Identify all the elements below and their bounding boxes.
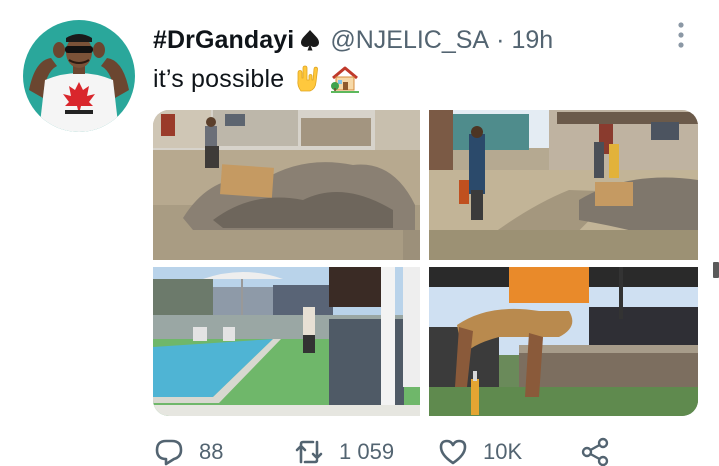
timestamp[interactable]: 19h — [511, 26, 553, 55]
previous-tweet-icon — [112, 0, 124, 2]
tweet-header: #DrGandayi @NJELIC_SA · 19h — [153, 24, 553, 56]
reply-button[interactable]: 88 — [153, 436, 223, 466]
scrollbar-thumb[interactable] — [713, 262, 719, 278]
tweet-card[interactable]: #DrGandayi @NJELIC_SA · 19h it’s possibl… — [0, 0, 719, 466]
more-options-icon[interactable] — [674, 21, 688, 49]
like-count: 10K — [483, 439, 523, 464]
house-with-garden-emoji — [331, 66, 360, 93]
retweet-button[interactable]: 1 059 — [293, 436, 394, 466]
display-name[interactable]: #DrGandayi — [153, 26, 294, 55]
photo-rubble-street[interactable] — [429, 110, 698, 260]
photo-pool-seat[interactable] — [429, 267, 698, 416]
tweet-text-row: it’s possible — [153, 62, 360, 96]
share-icon — [581, 437, 609, 466]
avatar[interactable] — [23, 20, 135, 132]
love-you-gesture-emoji — [297, 65, 319, 92]
spade-icon — [301, 30, 320, 51]
media-grid — [153, 110, 698, 416]
photo-pool-yard[interactable] — [153, 267, 420, 416]
separator-dot: · — [496, 25, 505, 54]
photo-rubble-yard[interactable] — [153, 110, 420, 260]
like-button[interactable]: 10K — [437, 436, 522, 466]
reply-icon — [155, 439, 183, 466]
tweet-actions: 88 1 059 10K — [153, 436, 713, 466]
tweet-text: it’s possible — [153, 64, 285, 93]
share-button[interactable] — [579, 436, 611, 466]
heart-icon — [439, 439, 467, 465]
retweet-icon — [295, 440, 323, 464]
user-handle[interactable]: @NJELIC_SA — [330, 26, 489, 55]
retweet-count: 1 059 — [339, 439, 395, 464]
reply-count: 88 — [199, 439, 224, 464]
